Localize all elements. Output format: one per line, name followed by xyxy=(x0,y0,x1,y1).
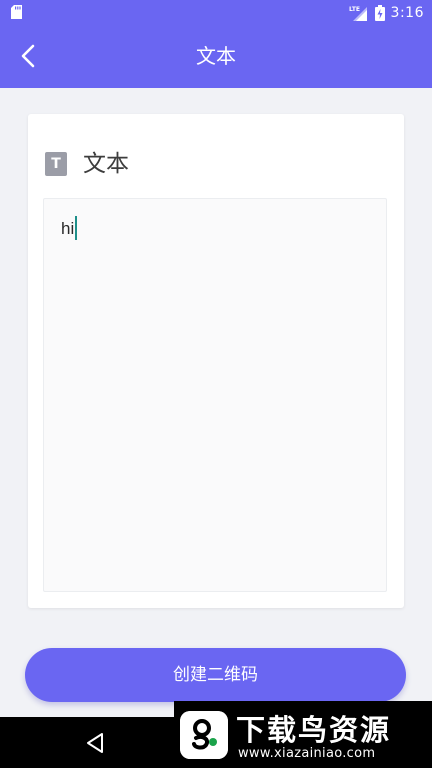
text-caret xyxy=(75,216,78,240)
text-type-icon: T xyxy=(45,152,67,176)
nav-back-icon[interactable] xyxy=(84,731,106,755)
app-bar: 文本 xyxy=(0,25,432,88)
create-qrcode-button[interactable]: 创建二维码 xyxy=(25,648,406,702)
text-input-value: hi xyxy=(61,219,75,238)
sd-card-icon xyxy=(11,5,22,19)
status-bar: LTE 3:16 xyxy=(0,0,432,25)
status-icons: LTE 3:16 xyxy=(349,0,424,25)
watermark: 下载鸟资源 www.xiazainiao.com xyxy=(174,701,432,768)
page-title: 文本 xyxy=(196,44,236,68)
text-input-card: T 文本 hi xyxy=(28,114,404,608)
watermark-title: 下载鸟资源 xyxy=(236,713,392,747)
watermark-url: www.xiazainiao.com xyxy=(238,746,376,761)
battery-icon xyxy=(374,4,385,21)
status-time: 3:16 xyxy=(390,4,424,21)
watermark-logo xyxy=(180,711,228,759)
text-input[interactable]: hi xyxy=(43,198,387,592)
network-label: LTE xyxy=(349,6,360,13)
card-title: 文本 xyxy=(83,151,129,177)
signal-icon: LTE xyxy=(349,6,367,21)
